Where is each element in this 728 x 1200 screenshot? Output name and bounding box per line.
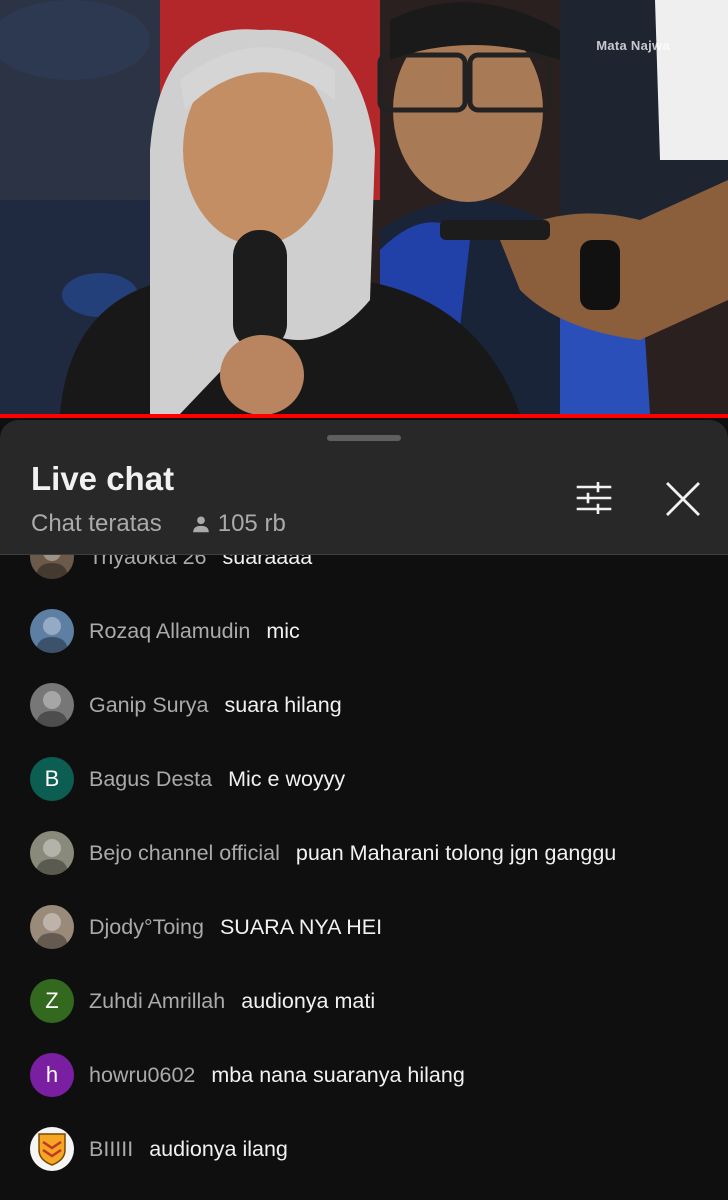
avatar[interactable]: B	[30, 757, 74, 801]
avatar[interactable]	[30, 905, 74, 949]
video-frame-illustration	[0, 0, 728, 414]
crest-icon	[38, 1133, 66, 1166]
tune-icon	[576, 482, 612, 514]
message-text: Mic e woyyy	[228, 766, 346, 791]
chat-message[interactable]: B Bagus Desta Mic e woyyy	[0, 749, 728, 809]
message-content: Triyaokta 26 suaraaaa	[89, 555, 312, 570]
message-content: Rozaq Allamudin mic	[89, 619, 300, 644]
avatar[interactable]: Z	[30, 979, 74, 1023]
message-text: mba nana suaranya hilang	[211, 1062, 465, 1087]
profile-photo-icon	[36, 691, 68, 727]
message-author[interactable]: Triyaokta 26	[89, 555, 207, 569]
profile-photo-icon	[36, 555, 68, 579]
drag-handle[interactable]	[327, 435, 401, 441]
message-author[interactable]: BIIIII	[89, 1137, 133, 1161]
avatar-letter: B	[44, 766, 60, 791]
close-icon	[666, 482, 700, 516]
avatar[interactable]	[30, 831, 74, 875]
video-player[interactable]: Mata Najwa	[0, 0, 728, 414]
message-text: mic	[266, 618, 300, 643]
message-text: puan Maharani tolong jgn ganggu	[295, 840, 617, 865]
chat-message-list[interactable]: Triyaokta 26 suaraaaa Rozaq Allamudin mic Ga…	[0, 555, 728, 1200]
viewer-count-value: 105 rb	[217, 510, 286, 537]
message-author[interactable]: howru0602	[89, 1063, 195, 1087]
message-author[interactable]: Zuhdi Amrillah	[89, 989, 225, 1013]
chat-message[interactable]: Rozaq Allamudin mic	[0, 601, 728, 661]
chat-message[interactable]: Djody°Toing SUARA NYA HEI	[0, 897, 728, 957]
close-chat-button[interactable]	[660, 476, 706, 522]
chat-message[interactable]: BIIIII audionya ilang	[0, 1119, 728, 1179]
message-content: Ganip Surya suara hilang	[89, 693, 342, 718]
live-chat-title: Live chat	[31, 460, 175, 497]
message-author[interactable]: Djody°Toing	[89, 915, 204, 939]
chat-message[interactable]: Triyaokta 26 suaraaaa	[0, 555, 728, 587]
profile-photo-icon	[36, 839, 68, 875]
profile-photo-icon	[36, 913, 68, 949]
message-author[interactable]: Bejo channel official	[89, 841, 280, 865]
message-author[interactable]: Rozaq Allamudin	[89, 619, 250, 643]
message-content: Zuhdi Amrillah audionya mati	[89, 989, 375, 1014]
avatar[interactable]	[30, 555, 74, 579]
chat-message[interactable]: h howru0602 mba nana suaranya hilang	[0, 1045, 728, 1105]
avatar[interactable]	[30, 609, 74, 653]
chat-mode-dropdown[interactable]: Chat teratas	[31, 510, 162, 538]
avatar-letter: h	[45, 1062, 59, 1087]
live-chat-header: Live chat Chat teratas 105 rb	[0, 420, 728, 554]
message-text: audionya mati	[241, 988, 376, 1013]
avatar[interactable]: h	[30, 1053, 74, 1097]
message-text: suaraaaa	[222, 555, 313, 569]
message-content: Bagus Desta Mic e woyyy	[89, 767, 345, 792]
chat-message[interactable]: Bejo channel official puan Maharani tolon…	[0, 823, 728, 883]
message-text: audionya ilang	[149, 1136, 288, 1161]
message-content: Djody°Toing SUARA NYA HEI	[89, 915, 382, 940]
video-progress-fill	[0, 414, 728, 418]
message-text: suara hilang	[224, 692, 342, 717]
message-content: howru0602 mba nana suaranya hilang	[89, 1063, 465, 1088]
channel-watermark: Mata Najwa	[596, 38, 670, 53]
chat-message[interactable]: Ganip Surya suara hilang	[0, 675, 728, 735]
message-content: BIIIII audionya ilang	[89, 1137, 288, 1162]
message-author[interactable]: Ganip Surya	[89, 693, 209, 717]
message-author[interactable]: Bagus Desta	[89, 767, 212, 791]
chat-filter-button[interactable]	[572, 478, 616, 518]
message-content: Bejo channel official puan Maharani tolon…	[89, 841, 616, 866]
live-chat-panel: Live chat Chat teratas 105 rb Triyaokta …	[0, 420, 728, 1200]
profile-photo-icon	[36, 617, 68, 653]
chat-subtitle: Chat teratas 105 rb	[31, 510, 286, 538]
avatar[interactable]	[30, 683, 74, 727]
avatar[interactable]	[30, 1127, 74, 1171]
chat-message[interactable]: Z Zuhdi Amrillah audionya mati	[0, 971, 728, 1031]
message-text: SUARA NYA HEI	[219, 914, 383, 939]
person-icon	[192, 516, 209, 533]
avatar-letter: Z	[45, 988, 59, 1013]
viewer-count: 105 rb	[190, 510, 286, 538]
video-progress-bar[interactable]	[0, 414, 728, 418]
